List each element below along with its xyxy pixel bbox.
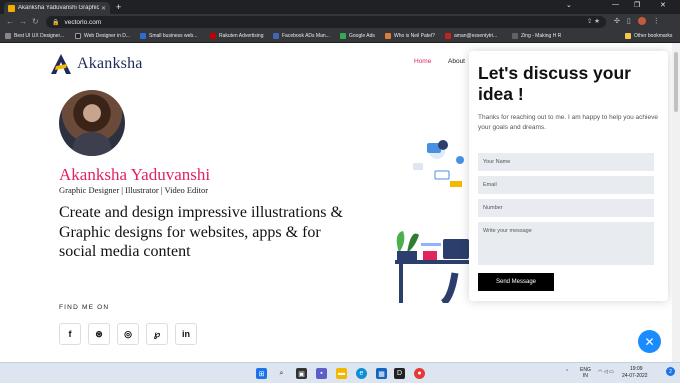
profile-name: Akanksha Yaduvanshi [59,165,211,184]
bookmark-item[interactable]: Who is Neil Patel? [385,33,435,39]
folder-icon [625,33,631,39]
close-tab-icon[interactable]: ✕ [101,5,106,12]
bookmark-item[interactable]: aman@essentytri... [445,33,497,39]
maximize-icon[interactable]: ❐ [634,1,640,9]
bookmark-label: Who is Neil Patel? [394,33,435,39]
linkedin-icon[interactable]: in [175,323,197,345]
task-view-icon[interactable]: ▣ [296,368,307,379]
bookmark-label: Best UI UX Designer... [14,33,65,39]
language-indicator[interactable]: ENG IN [580,367,591,379]
bookmarks-bar: Best UI UX Designer... Web Designer in D… [0,31,680,43]
profile-photo [59,90,125,156]
nav-about-link[interactable]: About [448,58,465,65]
sidebar-icon[interactable]: ▯ [627,17,631,25]
bookmark-item[interactable]: Web Designer in D... [75,33,130,39]
extensions-icon[interactable]: ✣ [614,17,620,25]
dribbble-icon[interactable]: ⊛ [88,323,110,345]
contact-panel: Let's discuss your idea ! Thanks for rea… [469,51,668,301]
browser-toolbar: ← → ↻ 🔒 vectorlo.com ⇪ ★ ✣ ▯ ⋮ [0,14,680,31]
web-page: Akanksha Home About Akanksha Yaduvanshi … [0,43,672,362]
site-logo[interactable]: Akanksha [50,53,143,75]
bookmark-item[interactable]: Zing - Making H R [512,33,561,39]
edge-icon[interactable]: e [356,368,367,379]
name-field[interactable] [478,153,654,171]
forward-icon[interactable]: → [19,17,27,26]
close-contact-button[interactable]: ✕ [638,330,661,353]
new-tab-button[interactable]: + [116,2,121,12]
bookmark-label: aman@essentytri... [454,33,498,39]
dell-icon[interactable]: D [394,368,405,379]
reload-icon[interactable]: ↻ [32,17,39,26]
social-links: f ⊛ ◎ ℘ in [59,323,197,345]
bookmark-item[interactable]: Best UI UX Designer... [5,33,64,39]
find-me-label: FIND ME ON [59,304,110,311]
number-field[interactable] [478,199,654,217]
chrome-icon[interactable]: ● [414,368,425,379]
address-bar[interactable]: 🔒 vectorlo.com ⇪ ★ [46,16,606,28]
bookmark-label: Rakuten Advertising [219,33,264,39]
menu-icon[interactable]: ⋮ [653,17,660,25]
email-field[interactable] [478,176,654,194]
bookmark-icon [5,33,11,39]
bookmark-item[interactable]: Small business web... [140,33,197,39]
bookmark-item[interactable]: Google Ads [340,33,375,39]
clock-date[interactable]: 24-07-2022 [622,373,648,379]
logo-icon [51,54,71,74]
wifi-icon[interactable]: ◠ ◁ ▭ [598,369,614,375]
notification-badge[interactable]: 2 [666,367,675,376]
profile-avatar[interactable] [637,17,646,25]
store-icon[interactable]: ▦ [376,368,387,379]
bookmark-label: Facebook ADs Man... [282,33,330,39]
tab-title: Akanksha Yaduvanshi Graphic De [18,5,99,11]
bookmark-label: Google Ads [349,33,375,39]
scrollbar-thumb[interactable] [674,52,678,112]
tray-chevron-icon[interactable]: ⌃ [565,369,569,375]
bookmark-item[interactable]: Other bookmarks [625,33,672,39]
search-icon[interactable]: ⌕ [276,368,287,379]
teams-icon[interactable]: ▪ [316,368,327,379]
close-icon: ✕ [644,334,655,349]
bookmark-icon [210,33,216,39]
message-field[interactable] [478,222,654,265]
file-explorer-icon[interactable]: ▬ [336,368,347,379]
bookmark-label: Other bookmarks [634,33,673,39]
bookmark-icon [75,33,81,39]
bookmark-item[interactable]: Rakuten Advertising [210,33,263,39]
bookmark-label: Small business web... [149,33,198,39]
instagram-icon[interactable]: ◎ [117,323,139,345]
send-message-button[interactable]: Send Message [478,273,554,291]
back-icon[interactable]: ← [6,17,14,26]
profile-roles: Graphic Designer | Illustrator | Video E… [59,185,209,195]
bookmark-icon [140,33,146,39]
bookmark-icon [445,33,451,39]
pinterest-icon[interactable]: ℘ [146,323,168,345]
facebook-icon[interactable]: f [59,323,81,345]
bookmark-label: Zing - Making H R [521,33,562,39]
bookmark-icon [340,33,346,39]
bookmark-star-icon[interactable]: ⇪ ★ [587,17,600,25]
close-window-icon[interactable]: ✕ [660,1,666,9]
browser-tab-bar: Akanksha Yaduvanshi Graphic De ✕ + ⌄ — ❐… [0,0,680,14]
minimize-icon[interactable]: — [612,1,619,8]
lock-icon[interactable]: 🔒 [52,19,59,26]
hero-headline: Create and design impressive illustratio… [59,204,343,260]
contact-title: Let's discuss your idea ! [478,63,631,104]
contact-subtitle: Thanks for reaching out to me. I am happ… [478,114,658,131]
bookmark-icon [385,33,391,39]
nav-home-link[interactable]: Home [414,58,431,65]
url-text: vectorlo.com [64,18,102,26]
bookmark-label: Web Designer in D... [84,33,131,39]
taskbar: ⊞ ⌕ ▣ ▪ ▬ e ▦ D ● ⌃ ENG IN ◠ ◁ ▭ 19:09 2… [0,362,680,383]
windows-start-icon[interactable]: ⊞ [256,368,267,379]
browser-tab[interactable]: Akanksha Yaduvanshi Graphic De ✕ [4,2,110,14]
logo-text: Akanksha [77,55,143,72]
bookmark-icon [512,33,518,39]
tab-search-icon[interactable]: ⌄ [566,1,572,9]
site-favicon-icon [8,4,15,12]
bookmark-item[interactable]: Facebook ADs Man... [273,33,330,39]
clock-time[interactable]: 19:09 [630,366,643,372]
bookmark-icon [273,33,279,39]
